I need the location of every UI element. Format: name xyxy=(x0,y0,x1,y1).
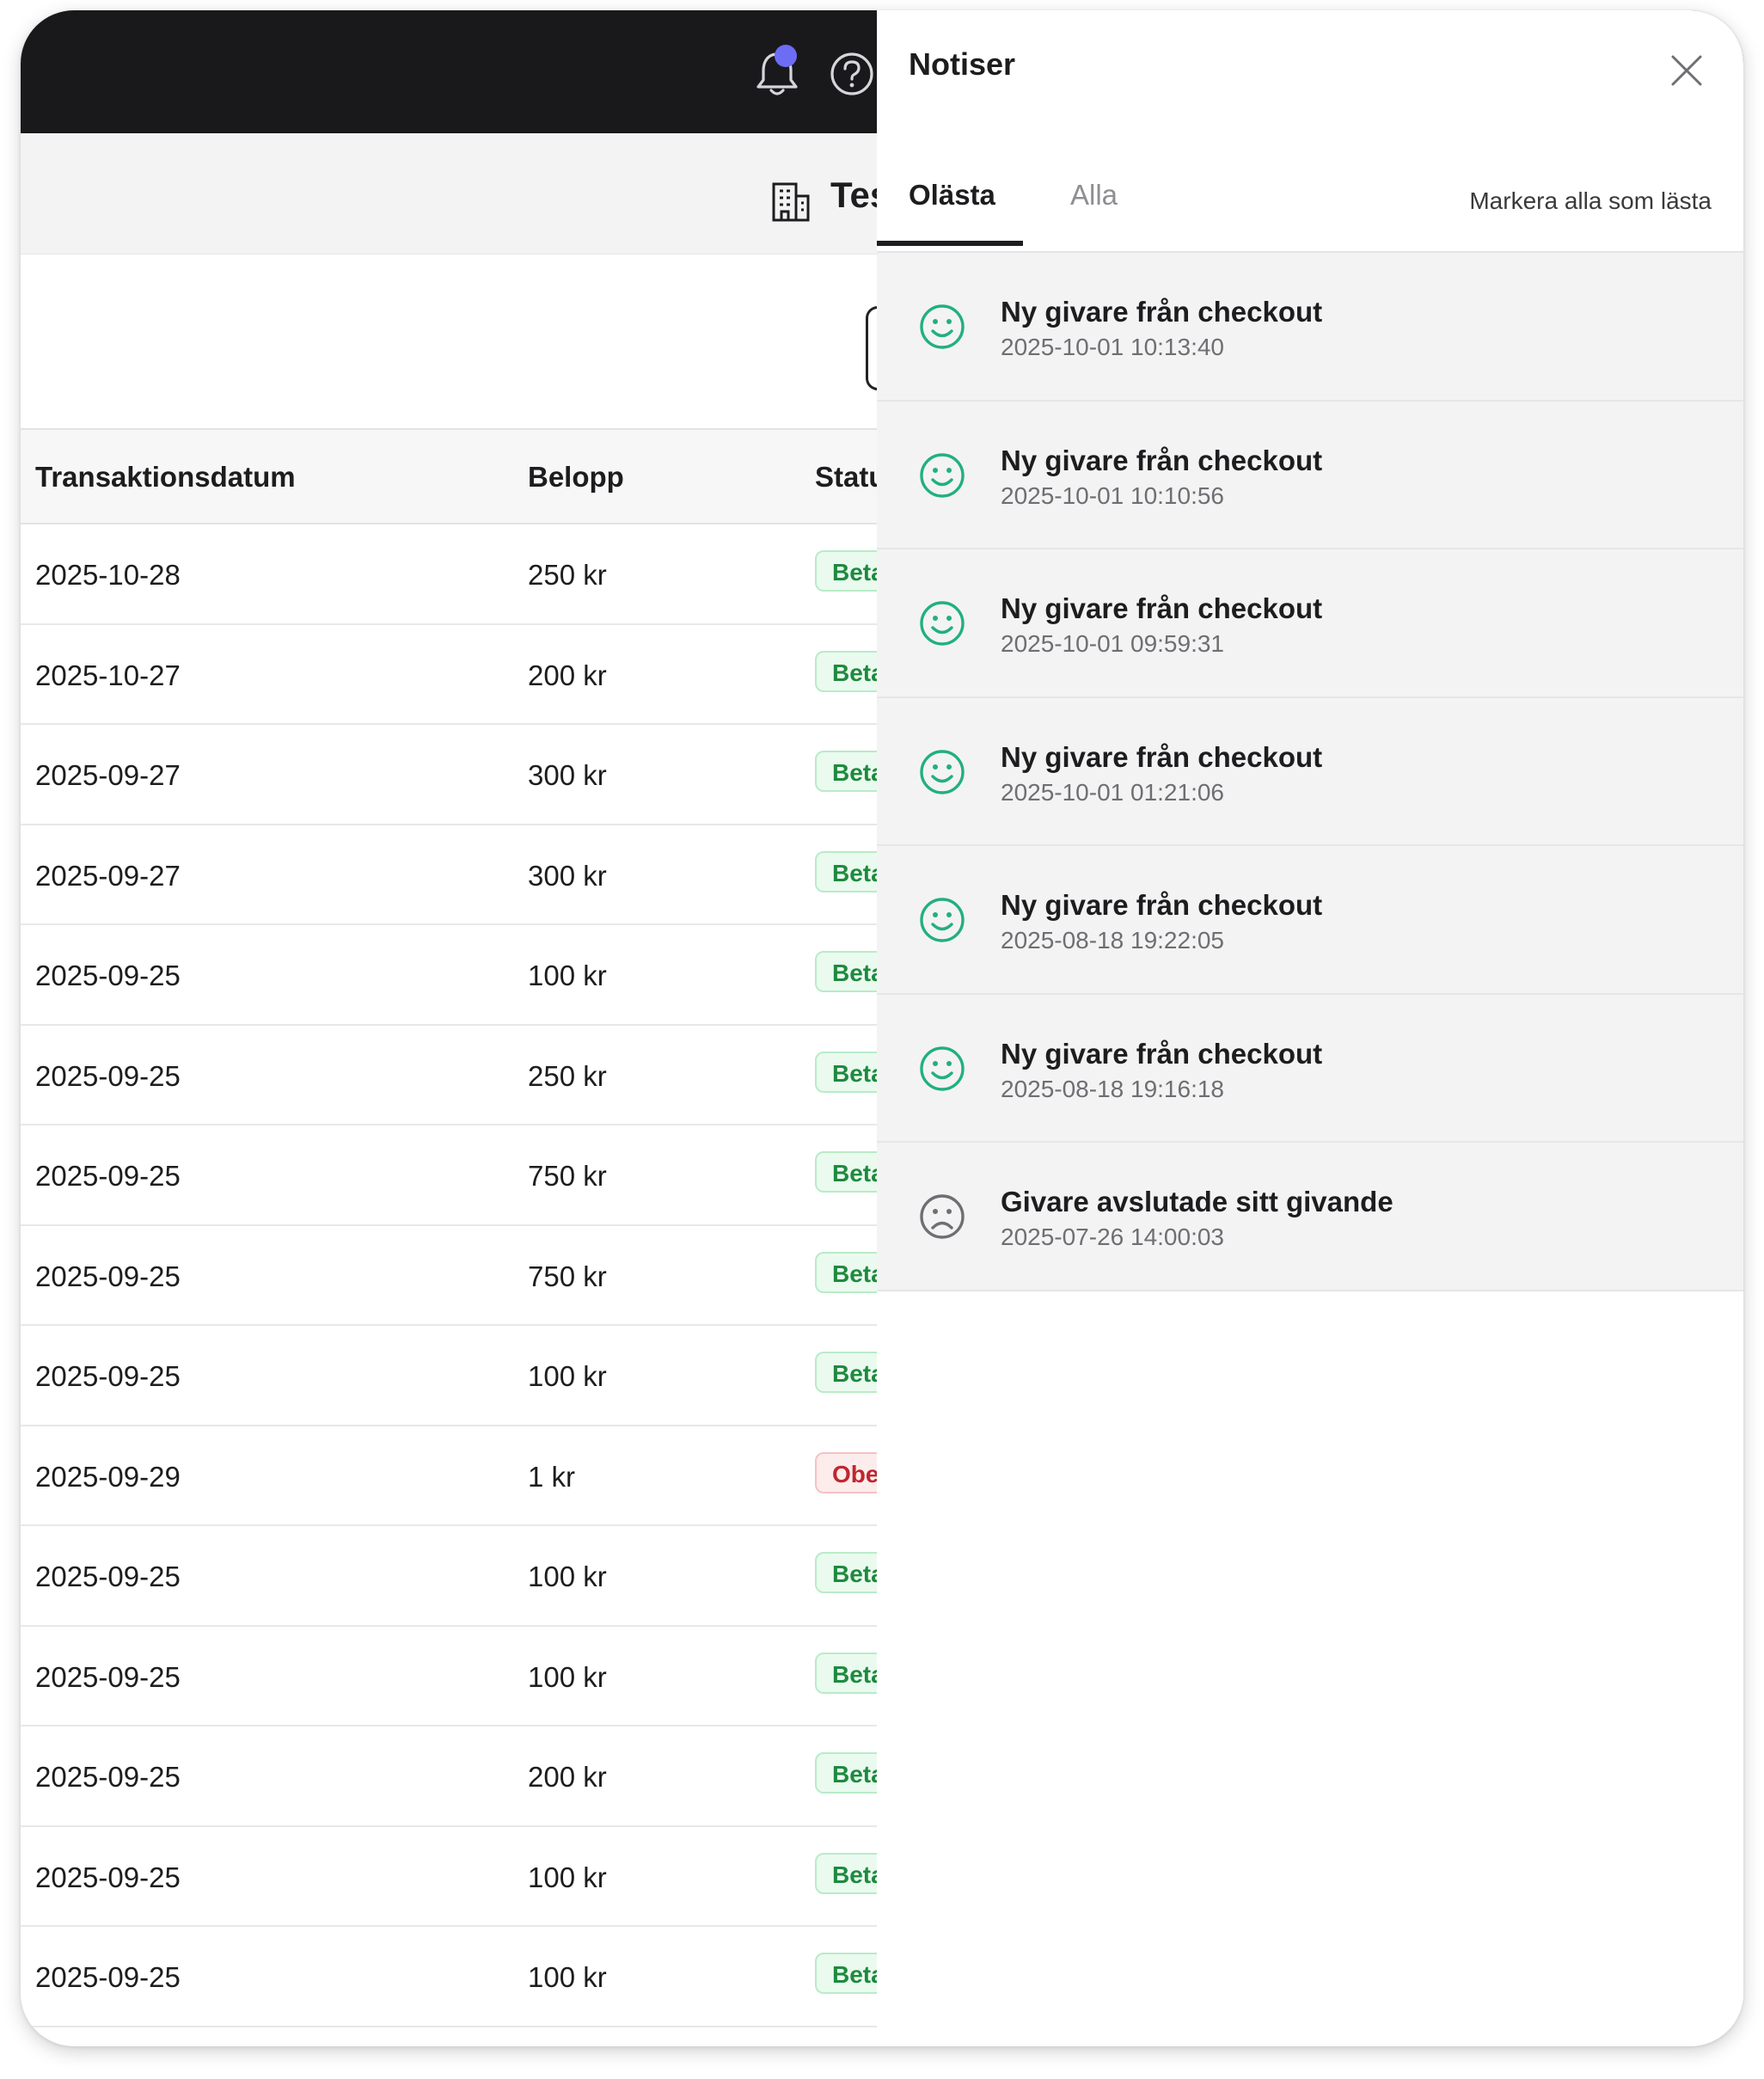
cell-amount: 100 kr xyxy=(528,1660,607,1693)
cell-date: 2025-09-29 xyxy=(35,1460,181,1493)
panel-tabs: Olästa Alla Markera alla som lästa xyxy=(877,139,1743,253)
cell-date: 2025-09-27 xyxy=(35,759,181,791)
cell-amount: 100 kr xyxy=(528,1961,607,1993)
smile-icon xyxy=(918,451,966,500)
cell-amount: 750 kr xyxy=(528,1260,607,1292)
notification-timestamp: 2025-08-18 19:16:18 xyxy=(1001,1075,1224,1102)
cell-date: 2025-09-27 xyxy=(35,859,181,892)
notification-title: Ny givare från checkout xyxy=(1001,1037,1323,1070)
cell-date: 2025-09-25 xyxy=(35,1761,181,1793)
cell-date: 2025-09-25 xyxy=(35,1360,181,1392)
smile-icon xyxy=(918,748,966,796)
notification-title: Ny givare från checkout xyxy=(1001,740,1323,773)
smile-icon xyxy=(918,896,966,944)
building-icon xyxy=(772,182,810,222)
cell-date: 2025-09-25 xyxy=(35,1260,181,1292)
notification-timestamp: 2025-10-01 01:21:06 xyxy=(1001,778,1224,806)
cell-date: 2025-09-25 xyxy=(35,1561,181,1592)
notification-item[interactable]: Givare avslutade sitt givande 2025-07-26 … xyxy=(877,1143,1743,1291)
cell-amount: 300 kr xyxy=(528,859,607,892)
notification-title: Ny givare från checkout xyxy=(1001,296,1323,328)
tab-all[interactable]: Alla xyxy=(1070,179,1118,212)
cell-amount: 1 kr xyxy=(528,1460,576,1493)
notification-timestamp: 2025-10-01 10:10:56 xyxy=(1001,481,1224,509)
notification-title: Ny givare från checkout xyxy=(1001,592,1323,624)
app-window: Tes Transaktionsdatum Belopp Statu 2025-… xyxy=(21,10,1743,2046)
notification-list: Ny givare från checkout 2025-10-01 10:13:… xyxy=(877,253,1743,1291)
column-header-amount[interactable]: Belopp xyxy=(528,461,624,494)
cell-date: 2025-09-25 xyxy=(35,960,181,991)
cell-date: 2025-09-25 xyxy=(35,1160,181,1192)
panel-title: Notiser xyxy=(909,46,1016,82)
close-icon[interactable] xyxy=(1665,49,1708,92)
cell-date: 2025-09-25 xyxy=(35,1059,181,1092)
notification-dot xyxy=(775,45,797,67)
cell-date: 2025-10-28 xyxy=(35,559,181,591)
cell-date: 2025-09-25 xyxy=(35,1961,181,1993)
cell-amount: 100 kr xyxy=(528,960,607,991)
cell-date: 2025-09-25 xyxy=(35,1660,181,1693)
notification-title: Ny givare från checkout xyxy=(1001,889,1323,921)
active-tab-indicator xyxy=(877,241,1023,246)
smile-icon xyxy=(918,1045,966,1093)
cell-amount: 200 kr xyxy=(528,1761,607,1793)
notification-timestamp: 2025-10-01 10:13:40 xyxy=(1001,334,1224,360)
cell-amount: 200 kr xyxy=(528,659,607,691)
smile-icon xyxy=(918,303,966,351)
column-header-status[interactable]: Statu xyxy=(815,461,886,494)
notification-item[interactable]: Ny givare från checkout 2025-10-01 09:59:… xyxy=(877,549,1743,698)
notification-item[interactable]: Ny givare från checkout 2025-10-01 10:10:… xyxy=(877,401,1743,549)
cell-date: 2025-10-27 xyxy=(35,659,181,691)
tab-unread[interactable]: Olästa xyxy=(909,179,995,212)
notifications-panel: Notiser Olästa Alla Markera alla som läs… xyxy=(877,10,1743,2046)
notification-title: Givare avslutade sitt givande xyxy=(1001,1186,1393,1217)
notification-timestamp: 2025-07-26 14:00:03 xyxy=(1001,1223,1224,1250)
notification-item[interactable]: Ny givare från checkout 2025-10-01 10:13:… xyxy=(877,253,1743,402)
cell-amount: 300 kr xyxy=(528,759,607,791)
smile-icon xyxy=(918,599,966,647)
cell-amount: 250 kr xyxy=(528,559,607,591)
notification-item[interactable]: Ny givare från checkout 2025-08-18 19:16:… xyxy=(877,994,1743,1143)
frown-icon xyxy=(918,1193,966,1241)
cell-amount: 750 kr xyxy=(528,1160,607,1192)
notification-timestamp: 2025-10-01 09:59:31 xyxy=(1001,630,1224,657)
cell-amount: 250 kr xyxy=(528,1059,607,1092)
cell-amount: 100 kr xyxy=(528,1561,607,1592)
notification-item[interactable]: Ny givare från checkout 2025-10-01 01:21:… xyxy=(877,697,1743,846)
cell-amount: 100 kr xyxy=(528,1360,607,1392)
cell-amount: 100 kr xyxy=(528,1861,607,1893)
column-header-date[interactable]: Transaktionsdatum xyxy=(35,461,296,494)
help-icon[interactable] xyxy=(829,51,875,97)
notification-timestamp: 2025-08-18 19:22:05 xyxy=(1001,927,1224,954)
notification-title: Ny givare från checkout xyxy=(1001,444,1323,476)
mark-all-read-button[interactable]: Markera alla som lästa xyxy=(1469,187,1712,215)
cell-date: 2025-09-25 xyxy=(35,1861,181,1893)
notification-item[interactable]: Ny givare från checkout 2025-08-18 19:22:… xyxy=(877,846,1743,995)
